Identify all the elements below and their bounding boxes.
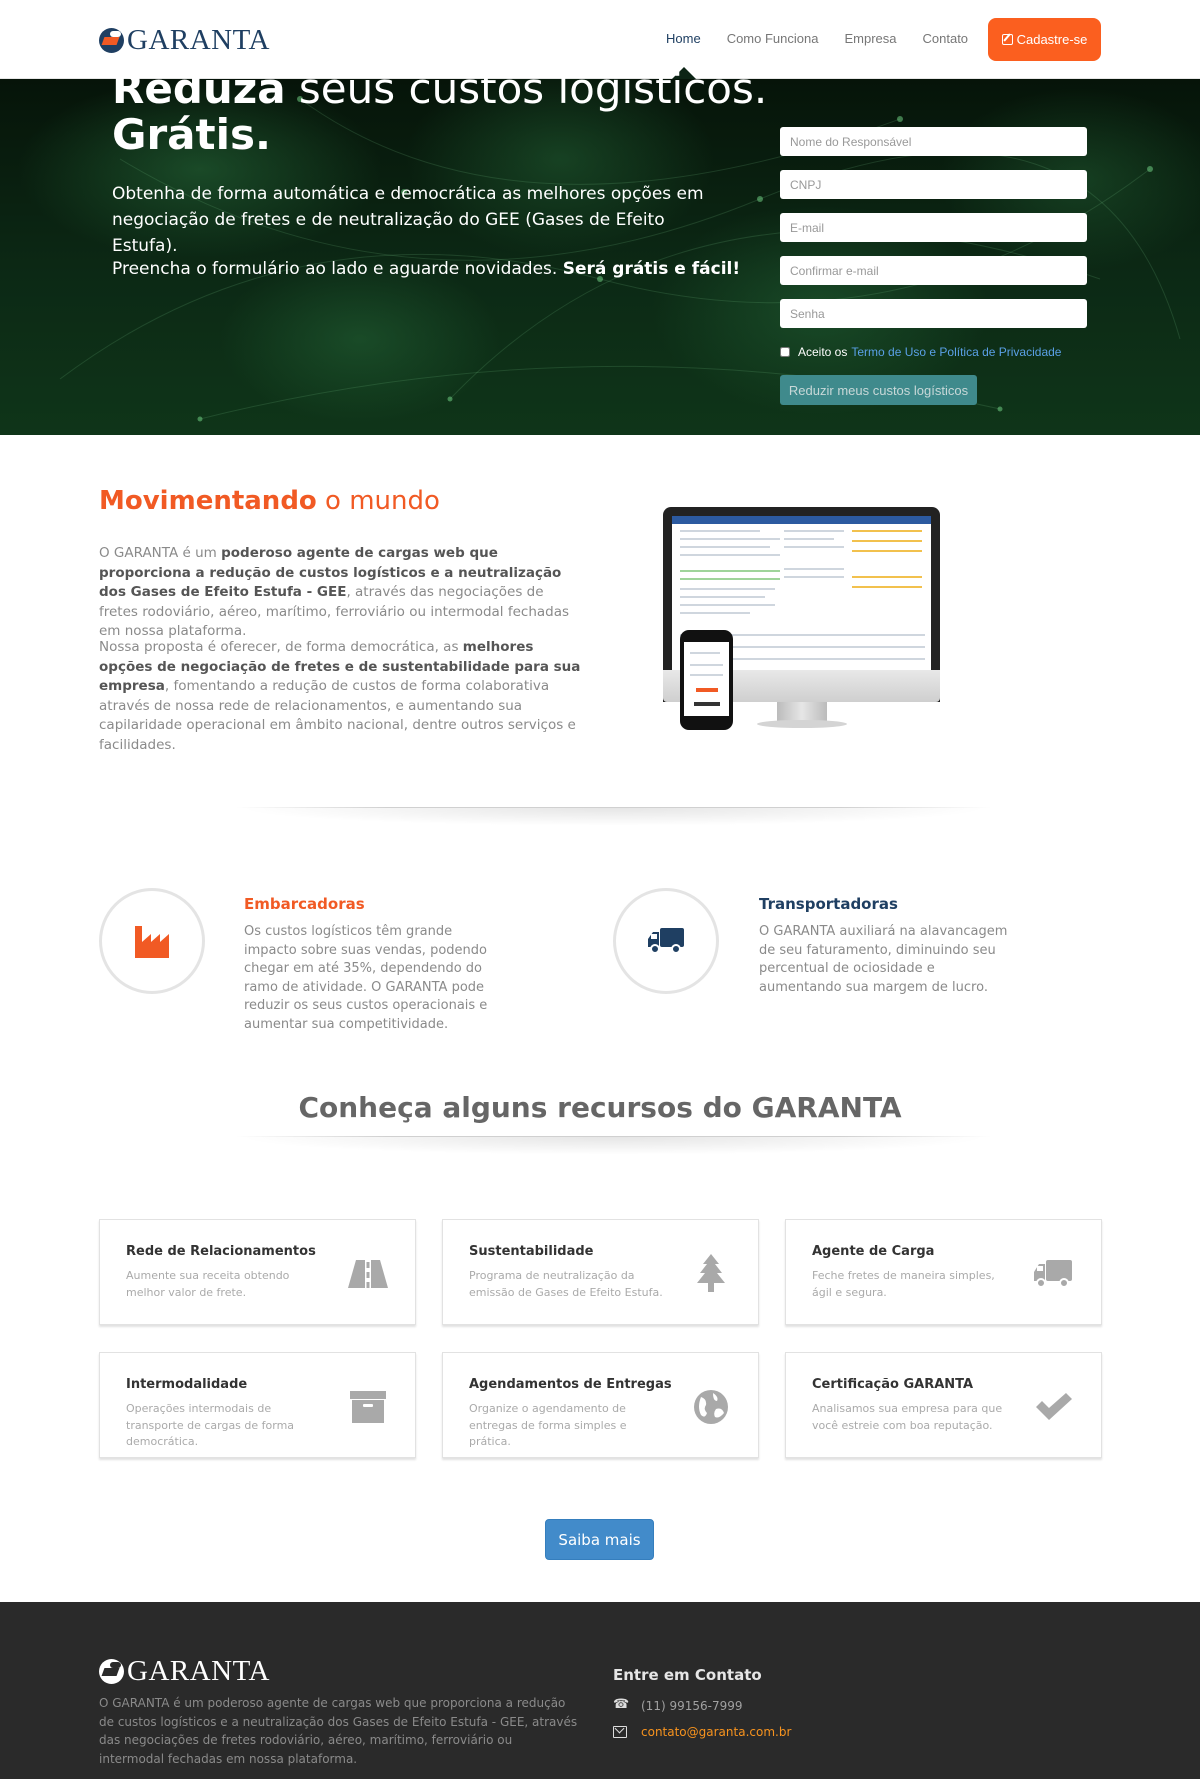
section-divider-shadow	[236, 808, 991, 826]
garanta-logo-icon	[99, 1659, 124, 1684]
feature-card-sustentabilidade[interactable]: Sustentabilidade Programa de neutralizaç…	[442, 1219, 759, 1325]
terms-link[interactable]: Termo de Uso e Política de Privacidade	[851, 345, 1061, 359]
features-divider-shadow	[236, 1137, 991, 1155]
envelope-icon	[613, 1726, 627, 1738]
hero-subtext-main: Preencha o formulário ao lado e aguarde …	[112, 259, 563, 279]
main-nav: Home Como Funciona Empresa Contato	[666, 31, 994, 46]
page-footer: GARANTA O GARANTA é um poderoso agente d…	[0, 1602, 1200, 1779]
transportadoras-text: O GARANTA auxiliará na alavancagem de se…	[759, 924, 1008, 995]
feature-card-agendamentos[interactable]: Agendamentos de Entregas Organize o agen…	[442, 1352, 759, 1458]
tree-icon	[697, 1254, 725, 1292]
footer-phone: (11) 99156-7999	[641, 1699, 743, 1713]
about-title: Movimentando o mundo	[99, 486, 440, 516]
saiba-mais-button[interactable]: Saiba mais	[545, 1519, 654, 1560]
about-p2-a: Nossa proposta é oferecer, de forma demo…	[99, 639, 463, 655]
road-icon	[348, 1260, 388, 1288]
embarcadoras-text: Os custos logísticos têm grande impacto …	[244, 924, 488, 1032]
embarcadoras-title: Embarcadoras	[244, 895, 365, 913]
phone-mockup	[680, 630, 733, 730]
footer-description: O GARANTA é um poderoso agente de cargas…	[99, 1696, 578, 1766]
cadastre-se-button[interactable]: Cadastre-se	[988, 18, 1101, 61]
terms-prefix: Aceito os	[798, 345, 848, 359]
footer-email-link[interactable]: contato@garanta.com.br	[641, 1725, 791, 1739]
monitor-base	[757, 720, 847, 728]
about-title-bold: Movimentando	[99, 486, 317, 516]
truck-icon	[1034, 1260, 1072, 1288]
nav-link-home[interactable]: Home	[666, 31, 701, 46]
feature-card-title: Sustentabilidade	[469, 1244, 594, 1259]
feature-card-rede[interactable]: Rede de Relacionamentos Aumente sua rece…	[99, 1219, 416, 1325]
brand-name: GARANTA	[127, 24, 270, 56]
responsavel-name-input[interactable]	[780, 127, 1087, 156]
terms-checkbox-row: Aceito os Termo de Uso e Política de Pri…	[780, 345, 1061, 359]
cadastre-se-label: Cadastre-se	[1016, 32, 1088, 47]
footer-phone-row: (11) 99156-7999	[613, 1697, 743, 1713]
feature-card-intermodalidade[interactable]: Intermodalidade Operações intermodais de…	[99, 1352, 416, 1458]
hero-subtext-bold: Será grátis e fácil!	[562, 259, 741, 279]
nav-link-como-funciona[interactable]: Como Funciona	[727, 31, 819, 46]
feature-card-text: Aumente sua receita obtendo melhor valor…	[126, 1269, 290, 1299]
about-paragraph-2: Nossa proposta é oferecer, de forma demo…	[99, 638, 585, 755]
feature-card-agente-de-carga[interactable]: Agente de Carga Feche fretes de maneira …	[785, 1219, 1102, 1325]
nav-link-empresa[interactable]: Empresa	[844, 31, 896, 46]
garanta-logo-icon	[99, 28, 124, 53]
phone-screen	[684, 642, 729, 716]
terms-checkbox[interactable]	[780, 347, 790, 357]
nav-link-contato[interactable]: Contato	[923, 31, 969, 46]
password-input[interactable]	[780, 299, 1087, 328]
footer-logo[interactable]: GARANTA	[99, 1657, 270, 1686]
factory-icon	[135, 926, 169, 958]
hero-description: Obtenha de forma automática e democrátic…	[112, 184, 704, 256]
embarcadoras-icon-circle	[99, 888, 205, 994]
truck-icon	[648, 928, 684, 954]
feature-card-title: Certificação GARANTA	[812, 1377, 974, 1392]
feature-card-title: Intermodalidade	[126, 1377, 248, 1392]
feature-card-text: Analisamos sua empresa para que você est…	[812, 1402, 1003, 1432]
reduce-costs-submit-button[interactable]: Reduzir meus custos logísticos	[780, 375, 977, 405]
about-title-light: o mundo	[316, 486, 440, 516]
confirm-email-input[interactable]	[780, 256, 1087, 285]
feature-card-text: Operações intermodais de transporte de c…	[126, 1402, 295, 1448]
transportadoras-icon-circle	[613, 888, 719, 994]
hero-title-bold: Reduza	[112, 64, 286, 113]
feature-card-certificacao[interactable]: Certificação GARANTA Analisamos sua empr…	[785, 1352, 1102, 1458]
feature-card-text: Feche fretes de maneira simples, ágil e …	[812, 1269, 995, 1299]
phone-icon	[613, 1697, 629, 1712]
transportadoras-title: Transportadoras	[759, 895, 898, 913]
brand-logo[interactable]: GARANTA	[99, 26, 270, 55]
footer-email-row: contato@garanta.com.br	[613, 1725, 791, 1739]
globe-icon	[694, 1390, 728, 1424]
email-input[interactable]	[780, 213, 1087, 242]
feature-card-text: Programa de neutralização da emissão de …	[469, 1269, 663, 1299]
edit-icon	[1001, 34, 1013, 45]
hero-title-rest: seus custos logísticos.	[285, 64, 768, 113]
footer-brand-name: GARANTA	[127, 1655, 270, 1687]
about-p2-c: , fomentando a redução de custos de form…	[99, 678, 576, 753]
hero-title-line2: Grátis.	[112, 110, 271, 159]
feature-card-title: Agendamentos de Entregas	[469, 1377, 672, 1392]
hero-subtext: Preencha o formulário ao lado e aguarde …	[112, 256, 762, 282]
feature-card-title: Rede de Relacionamentos	[126, 1244, 316, 1259]
feature-card-text: Organize o agendamento de entregas de fo…	[469, 1402, 627, 1448]
footer-contact-title: Entre em Contato	[613, 1666, 762, 1684]
about-paragraph-1: O GARANTA é um poderoso agente de cargas…	[99, 544, 585, 642]
about-p1-a: O GARANTA é um	[99, 545, 222, 561]
features-section-title: Conheça alguns recursos do GARANTA	[298, 1091, 902, 1124]
hero-title: Reduza seus custos logísticos. Grátis.	[112, 66, 772, 158]
check-icon	[1036, 1393, 1072, 1420]
feature-card-title: Agente de Carga	[812, 1244, 935, 1259]
archive-icon	[350, 1391, 386, 1423]
cnpj-input[interactable]	[780, 170, 1087, 199]
